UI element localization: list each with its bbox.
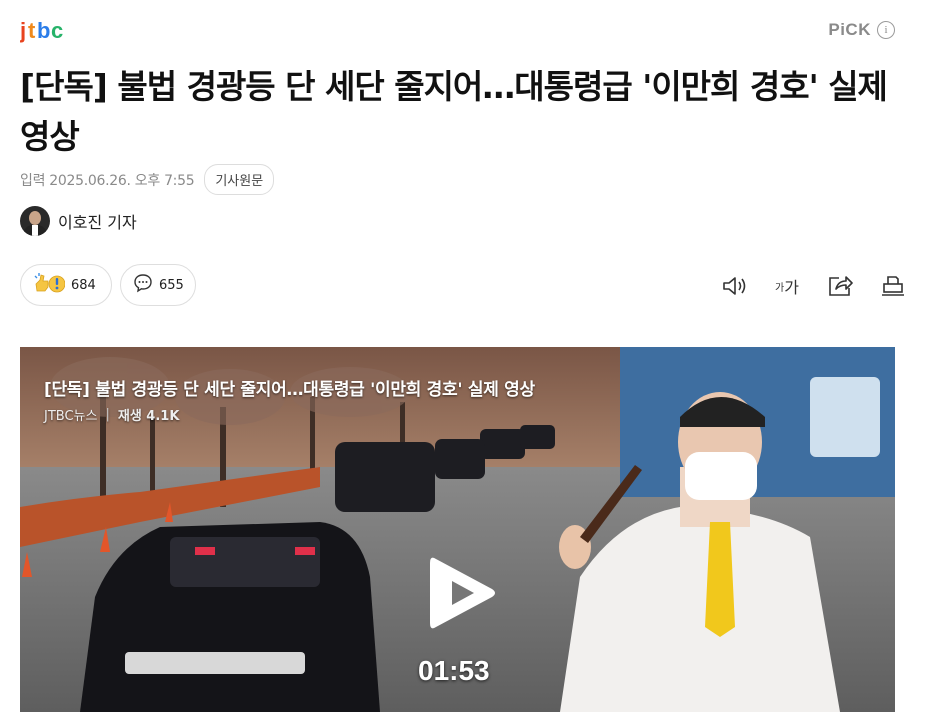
font-size-large-label: 가 <box>784 278 799 297</box>
pick-label: PiCK <box>828 20 871 39</box>
video-title: [단독] 불법 경광등 단 세단 줄지어…대통령급 '이만희 경호' 실제 영상 <box>44 380 535 400</box>
reaction-button[interactable]: 684 <box>20 264 112 306</box>
share-button[interactable] <box>826 272 854 300</box>
comment-button[interactable]: 655 <box>120 264 196 306</box>
jtbc-logo[interactable]: j t b c <box>20 16 70 46</box>
top-bar: j t b c PiCK i <box>0 0 948 60</box>
svg-text:c: c <box>51 18 63 43</box>
reporter-name: 이호진 기자 <box>58 213 137 232</box>
video-views: 재생 4.1K <box>117 409 180 424</box>
svg-text:t: t <box>28 18 36 43</box>
comment-count: 655 <box>159 277 184 293</box>
original-article-button[interactable]: 기사원문 <box>204 164 275 195</box>
article-tools: 가가 <box>720 272 907 300</box>
pick-badge[interactable]: PiCK i <box>828 20 895 40</box>
video-channel: JTBC뉴스 <box>44 409 98 424</box>
svg-text:b: b <box>37 18 50 43</box>
font-size-small-label: 가 <box>775 282 785 294</box>
reporter-avatar <box>20 206 50 236</box>
print-icon <box>882 276 904 296</box>
reporter-info[interactable]: 이호진 기자 <box>20 206 137 236</box>
separator: | <box>105 407 110 422</box>
comment-icon <box>133 273 153 297</box>
video-source: JTBC뉴스 | 재생 4.1K <box>44 405 179 424</box>
print-button[interactable] <box>879 272 907 300</box>
video-duration: 01:53 <box>418 655 490 686</box>
speaker-icon <box>723 277 746 295</box>
share-icon <box>829 276 853 296</box>
article-title: [단독] 불법 경광등 단 세단 줄지어…대통령급 '이만희 경호' 실제 영상 <box>20 67 888 156</box>
listen-audio-button[interactable] <box>720 272 748 300</box>
svg-text:j: j <box>20 18 26 43</box>
font-size-button[interactable]: 가가 <box>773 272 801 300</box>
published-date: 입력 2025.06.26. 오후 7:55 <box>20 172 195 189</box>
article-meta: 입력 2025.06.26. 오후 7:55 기사원문 <box>20 164 275 195</box>
video-player[interactable]: [단독] 불법 경광등 단 세단 줄지어…대통령급 '이만희 경호' 실제 영상… <box>20 347 895 712</box>
reaction-count: 684 <box>71 277 96 293</box>
info-icon[interactable]: i <box>877 21 895 39</box>
play-icon[interactable] <box>426 553 498 633</box>
reaction-emoji-icon <box>33 272 66 298</box>
